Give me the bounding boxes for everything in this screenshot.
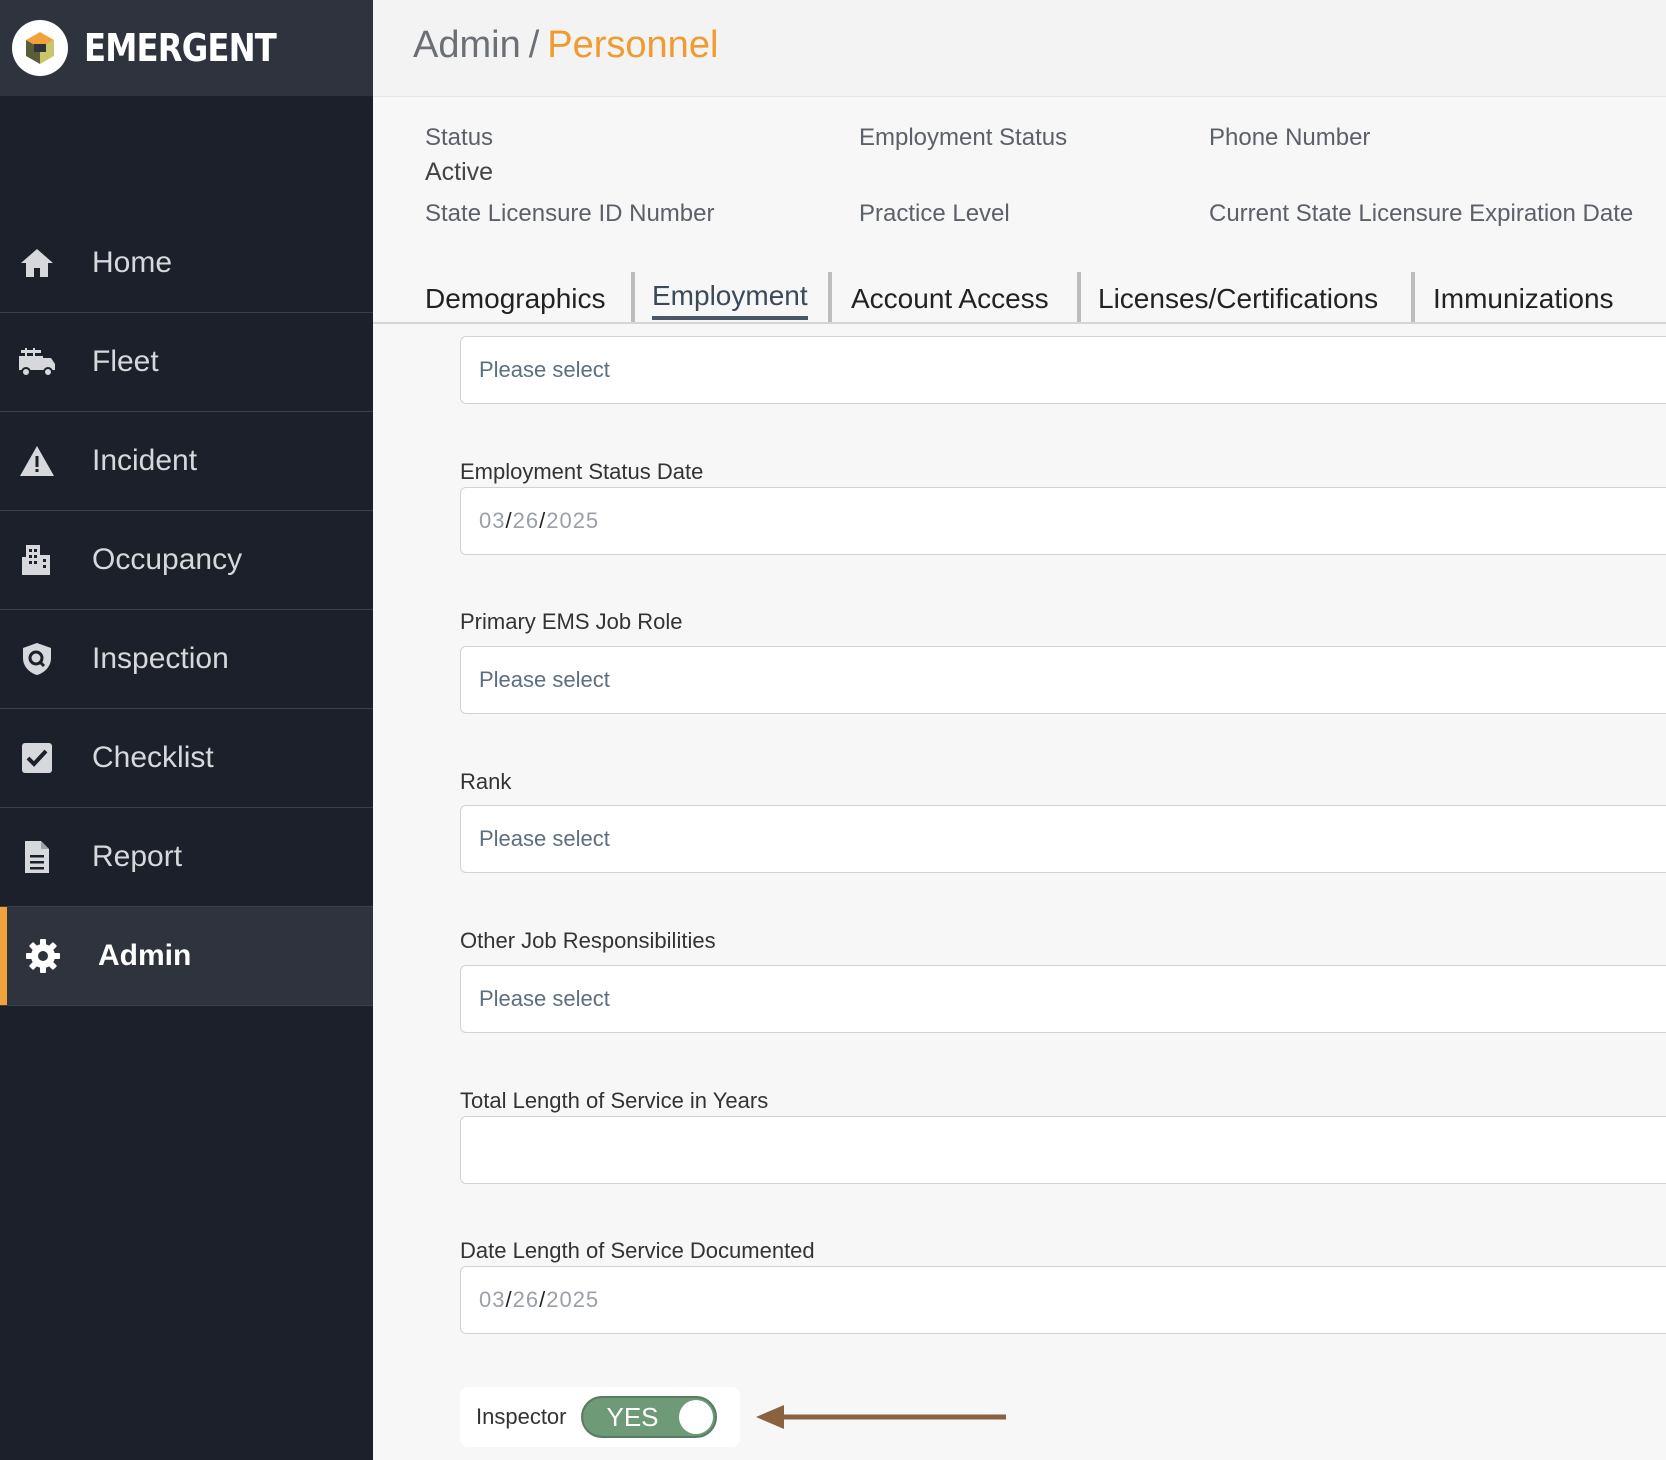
primary-role-select[interactable]: Please select <box>460 646 1666 714</box>
breadcrumb-section[interactable]: Admin <box>413 24 521 66</box>
inspector-toggle-row: Inspector YES <box>460 1387 740 1447</box>
primary-role-label: Primary EMS Job Role <box>460 609 683 634</box>
sidebar-item-home[interactable]: Home <box>0 214 373 313</box>
home-icon <box>17 243 57 283</box>
rank-placeholder: Please select <box>479 826 610 851</box>
sidebar-item-report[interactable]: Report <box>0 808 373 907</box>
tab-bar: Demographics Employment Account Access L… <box>373 270 1666 324</box>
breadcrumb: Admin / Personnel <box>413 24 718 67</box>
sidebar-item-label: Report <box>92 840 183 873</box>
sidebar-item-occupancy[interactable]: Occupancy <box>0 511 373 610</box>
annotation-arrow-icon <box>756 1405 1006 1429</box>
employment-status-date-input[interactable]: 03/26/2025 <box>460 487 1666 555</box>
sidebar-item-label: Home <box>92 246 173 279</box>
date-month[interactable]: 03 <box>479 508 505 533</box>
brand-header[interactable]: EMERGENT <box>0 0 373 96</box>
sidebar-item-checklist[interactable]: Checklist <box>0 709 373 808</box>
tab-immunizations[interactable]: Immunizations <box>1433 283 1614 323</box>
sidebar-item-inspection[interactable]: Inspection <box>0 610 373 709</box>
employment-status-field: Employment Status <box>859 124 1067 152</box>
employment-status-date-label: Employment Status Date <box>460 459 704 484</box>
license-id-label: State Licensure ID Number <box>425 200 715 227</box>
sidebar-item-incident[interactable]: Incident <box>0 412 373 511</box>
total-service-input[interactable] <box>460 1116 1666 1184</box>
toggle-text: YES <box>606 1401 659 1432</box>
status-label: Status <box>425 124 494 151</box>
inspector-toggle[interactable]: YES <box>580 1396 717 1438</box>
service-documented-date-input[interactable]: 03/26/2025 <box>460 1266 1666 1334</box>
other-responsibilities-select[interactable]: Please select <box>460 965 1666 1033</box>
breadcrumb-current: Personnel <box>547 24 719 66</box>
date-value: 03/26/2025 <box>479 1287 599 1313</box>
document-icon <box>17 837 57 877</box>
inspector-label: Inspector <box>476 1404 567 1429</box>
license-id-field: State Licensure ID Number <box>425 200 714 228</box>
practice-level-label: Practice Level <box>859 200 1010 227</box>
rank-label: Rank <box>460 769 512 794</box>
sidebar-item-label: Occupancy <box>92 543 243 576</box>
other-responsibilities-label: Other Job Responsibilities <box>460 928 716 953</box>
sidebar-item-label: Fleet <box>92 345 159 378</box>
tab-divider <box>631 272 635 322</box>
date-slash: / <box>505 508 513 533</box>
breadcrumb-separator: / <box>528 24 540 66</box>
date-day[interactable]: 26 <box>513 508 539 533</box>
tab-divider <box>1077 272 1081 322</box>
tab-account-access[interactable]: Account Access <box>851 283 1049 323</box>
top-select[interactable]: Please select <box>460 336 1666 404</box>
brand-name: EMERGENT <box>84 26 277 70</box>
tab-employment[interactable]: Employment <box>652 280 808 320</box>
date-month[interactable]: 03 <box>479 1287 505 1312</box>
license-expiration-field: Current State Licensure Expiration Date <box>1209 200 1633 228</box>
status-value: Active <box>425 158 494 186</box>
top-header: Admin / Personnel <box>373 0 1666 97</box>
sidebar-item-label: Incident <box>92 444 198 477</box>
status-field: Status Active <box>425 124 493 187</box>
sidebar: EMERGENT Home Fleet Incident Occupancy I… <box>0 0 373 1460</box>
top-select-placeholder: Please select <box>479 357 610 382</box>
fire-truck-icon <box>17 342 57 382</box>
tab-demographics[interactable]: Demographics <box>425 283 606 323</box>
rank-select[interactable]: Please select <box>460 805 1666 873</box>
total-service-label: Total Length of Service in Years <box>460 1088 769 1113</box>
employment-status-label: Employment Status <box>859 124 1068 151</box>
date-slash: / <box>505 1287 513 1312</box>
tab-divider <box>1411 272 1415 322</box>
date-value: 03/26/2025 <box>479 508 599 534</box>
date-year[interactable]: 2025 <box>546 1287 599 1312</box>
practice-level-field: Practice Level <box>859 200 1010 228</box>
sidebar-item-label: Inspection <box>92 642 229 675</box>
tab-licenses-certifications[interactable]: Licenses/Certifications <box>1098 283 1378 323</box>
warning-icon <box>17 441 57 481</box>
phone-label: Phone Number <box>1209 124 1371 151</box>
building-icon <box>17 540 57 580</box>
sidebar-nav: Home Fleet Incident Occupancy Inspection <box>0 214 373 1006</box>
checkbox-icon <box>17 738 57 778</box>
primary-role-placeholder: Please select <box>479 667 610 692</box>
other-responsibilities-placeholder: Please select <box>479 986 610 1011</box>
tab-divider <box>828 272 832 322</box>
phone-field: Phone Number <box>1209 124 1370 152</box>
license-expiration-label: Current State Licensure Expiration Date <box>1209 200 1634 227</box>
sidebar-item-fleet[interactable]: Fleet <box>0 313 373 412</box>
sidebar-item-label: Admin <box>98 939 192 972</box>
date-day[interactable]: 26 <box>513 1287 539 1312</box>
sidebar-item-admin[interactable]: Admin <box>0 907 373 1006</box>
shield-search-icon <box>17 639 57 679</box>
gear-icon <box>23 936 63 976</box>
toggle-knob <box>678 1400 713 1434</box>
emergent-logo-icon <box>12 20 68 76</box>
service-documented-label: Date Length of Service Documented <box>460 1238 815 1263</box>
sidebar-item-label: Checklist <box>92 741 214 774</box>
date-year[interactable]: 2025 <box>546 508 599 533</box>
